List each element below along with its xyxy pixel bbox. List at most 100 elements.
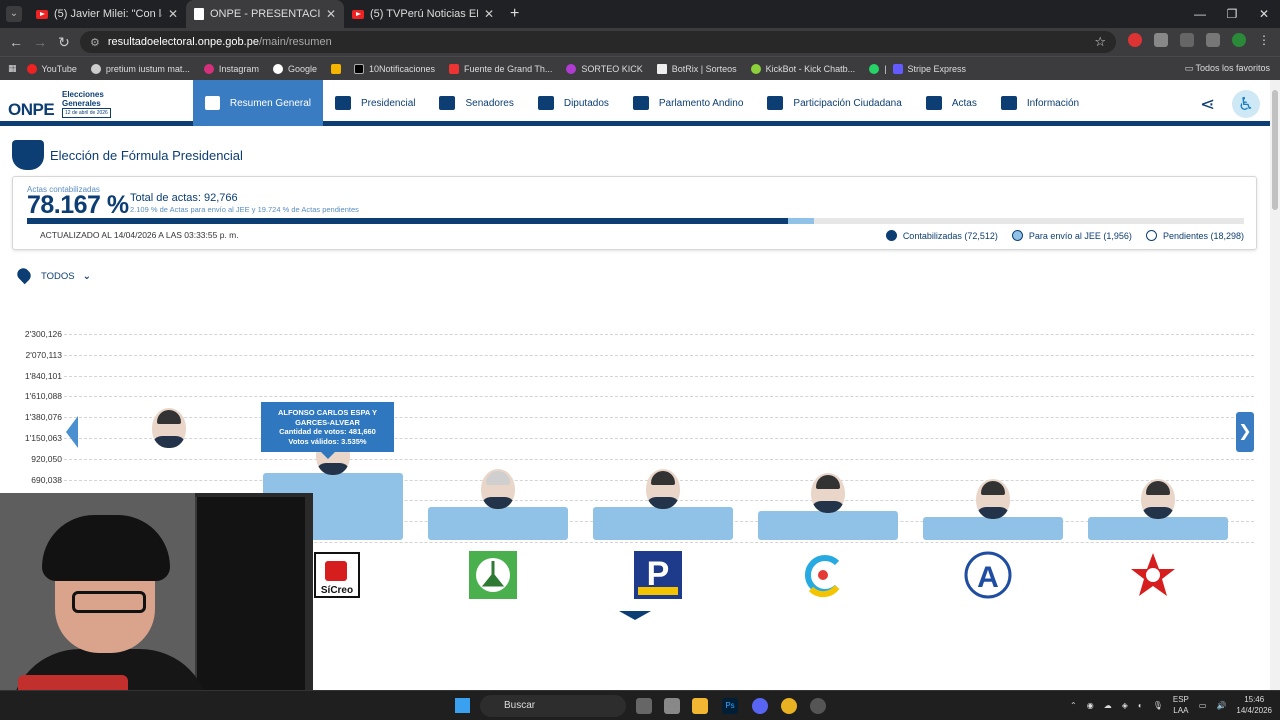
taskbar-search[interactable]: Buscar [480, 695, 626, 717]
chevron-up-icon[interactable]: ⌃ [1070, 701, 1077, 710]
tray-icon[interactable]: ◐ [1138, 701, 1143, 710]
all-bookmarks[interactable]: ▭ Todos los favoritos [1185, 63, 1270, 74]
close-tab-icon[interactable]: ✕ [326, 7, 336, 21]
app-icon[interactable] [810, 698, 826, 714]
tab-search-icon[interactable]: ⌄ [6, 6, 22, 22]
discord-icon[interactable] [752, 698, 768, 714]
clock[interactable]: 15:46 14/4/2026 [1236, 694, 1272, 716]
page-scrollbar[interactable] [1270, 80, 1280, 690]
menu-resumen-general[interactable]: Resumen General [193, 80, 323, 126]
close-tab-icon[interactable]: ✕ [484, 7, 494, 21]
bookmark-youtube[interactable]: YouTube [26, 63, 77, 74]
bookmark-item[interactable]: KickBot - Kick Chatb... [750, 63, 855, 74]
clock-date: 14/4/2026 [1236, 706, 1272, 715]
windows-start-icon[interactable] [455, 698, 470, 713]
legend-jee: Para envío al JEE (1,956) [1011, 230, 1132, 241]
bookmark-item[interactable]: | [869, 63, 887, 74]
candidate-photo[interactable] [646, 468, 680, 509]
file-explorer-icon[interactable] [692, 698, 708, 714]
extension-icon[interactable] [1128, 33, 1142, 47]
app-icon[interactable] [664, 698, 680, 714]
candidate-photo[interactable] [976, 478, 1010, 519]
party-logo-si-creo[interactable]: SíCreo [313, 551, 361, 599]
bookmark-label: | [884, 63, 887, 74]
menu-informacion[interactable]: Información [989, 80, 1091, 126]
photoshop-icon[interactable]: Ps [722, 698, 738, 714]
bookmark-google[interactable]: Google [272, 63, 317, 74]
vote-bar[interactable] [428, 506, 568, 540]
scrollbar-thumb[interactable] [1272, 90, 1278, 210]
browser-tab[interactable]: (5) TVPerú Noticias EN VIVO: N ✕ [344, 0, 502, 28]
main-menu: Resumen General Presidencial Senadores D… [193, 80, 1091, 126]
bookmark-item[interactable] [330, 63, 346, 74]
tray-icon[interactable]: ☁ [1104, 701, 1112, 710]
menu-senadores[interactable]: Senadores [427, 80, 525, 126]
dashboard-icon [205, 96, 220, 110]
url-bar[interactable]: ⚙ resultadoelectoral.onpe.gob.pe /main/r… [80, 31, 1116, 53]
party-logo-broom[interactable] [469, 551, 517, 599]
bookmark-item[interactable]: pretium iustum mat... [90, 63, 190, 74]
candidate-photo[interactable] [1141, 478, 1175, 519]
minimize-button[interactable]: — [1184, 0, 1216, 28]
selected-indicator-icon [619, 611, 651, 620]
share-icon[interactable]: ⋖ [1200, 94, 1215, 115]
language-indicator[interactable]: ESP LAA [1173, 694, 1189, 716]
location-pin-icon [14, 265, 34, 285]
close-tab-icon[interactable]: ✕ [168, 7, 178, 21]
bookmark-item[interactable]: BotRix | Sorteos [656, 63, 737, 74]
restore-button[interactable]: ❐ [1216, 0, 1248, 28]
menu-participacion-ciudadana[interactable]: Participación Ciudadana [755, 80, 913, 126]
site-info-icon[interactable]: ⚙ [90, 36, 100, 49]
region-filter[interactable]: TODOS ⌄ [41, 271, 91, 282]
menu-diputados[interactable]: Diputados [526, 80, 621, 126]
menu-actas[interactable]: Actas [914, 80, 989, 126]
vote-bar[interactable] [593, 506, 733, 540]
bookmark-item[interactable]: SORTEO KICK [566, 63, 643, 74]
vote-bar[interactable] [758, 510, 898, 540]
forward-icon[interactable]: → [28, 34, 52, 50]
chart-prev-arrow[interactable] [66, 416, 78, 448]
vote-bar[interactable] [923, 516, 1063, 540]
bookmark-item[interactable]: 10Notificaciones [353, 63, 435, 74]
menu-presidencial[interactable]: Presidencial [323, 80, 427, 126]
reload-icon[interactable]: ↻ [52, 34, 76, 51]
party-logo-podemos[interactable]: P [634, 551, 682, 599]
chrome-icon[interactable] [781, 698, 797, 714]
microphone-tray-icon[interactable]: 🎙 [1153, 701, 1163, 710]
new-tab-button[interactable]: + [510, 5, 519, 23]
bookmark-item[interactable]: Fuente de Grand Th... [449, 63, 552, 74]
tray-icon[interactable]: ◈ [1122, 701, 1128, 710]
party-logo-c[interactable] [799, 551, 847, 599]
bookmark-label: YouTube [41, 63, 77, 74]
browser-tab-active[interactable]: ONPE - PRESENTACIÓN DE RESULTADOS ✕ [186, 0, 344, 28]
extension-icon[interactable] [1154, 33, 1168, 47]
network-icon[interactable]: ▭ [1199, 701, 1207, 710]
bookmark-instagram[interactable]: Instagram [203, 63, 259, 74]
browser-tab[interactable]: (5) Javier Milei: "Con la izquierda ✕ [28, 0, 186, 28]
vote-bar[interactable] [1088, 516, 1228, 540]
puzzle-icon[interactable] [1180, 33, 1194, 47]
volume-icon[interactable]: 🔊 [1216, 701, 1226, 710]
tab-title: (5) Javier Milei: "Con la izquierda [54, 8, 162, 20]
bookmark-star-icon[interactable]: ☆ [1094, 34, 1106, 50]
chart-next-arrow[interactable]: ❯ [1236, 412, 1254, 452]
accessibility-icon[interactable]: ♿ [1232, 90, 1260, 118]
bookmark-item[interactable]: Stripe Express [892, 63, 966, 74]
media-icon[interactable] [1206, 33, 1220, 47]
tray-icon[interactable]: ◉ [1087, 701, 1094, 710]
close-window-button[interactable]: ✕ [1248, 0, 1280, 28]
menu-label: Senadores [465, 97, 514, 109]
logo-date: 12 de abril de 2026 [62, 108, 111, 118]
menu-dots-icon[interactable]: ⋮ [1258, 33, 1272, 47]
back-icon[interactable]: ← [4, 34, 28, 50]
globe-icon [632, 96, 649, 110]
candidate-photo[interactable] [152, 407, 186, 448]
profile-avatar[interactable] [1232, 33, 1246, 47]
menu-parlamento-andino[interactable]: Parlamento Andino [621, 80, 756, 126]
apps-icon[interactable]: ▦ [8, 63, 17, 74]
party-logo-alianza[interactable]: A [964, 551, 1012, 599]
candidate-photo[interactable] [481, 468, 515, 509]
party-logo-apra[interactable] [1129, 551, 1177, 599]
candidate-photo[interactable] [811, 472, 845, 513]
task-view-icon[interactable] [636, 698, 652, 714]
